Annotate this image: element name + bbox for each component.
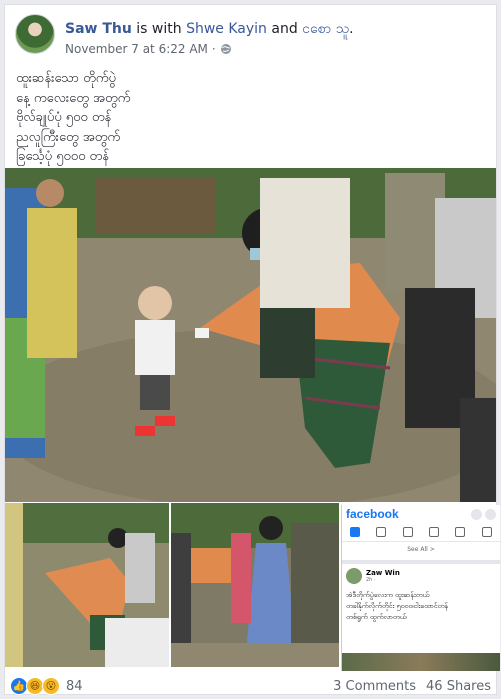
tagged-user-2[interactable]: ငစော သူ xyxy=(302,21,349,37)
globe-icon[interactable] xyxy=(220,43,232,55)
watch-icon xyxy=(402,527,413,537)
fb-topbar: facebook xyxy=(342,505,500,523)
post-card: Saw Thu is with Shwe Kayin and ငစော သူ. … xyxy=(4,4,500,695)
author-avatar[interactable] xyxy=(15,14,55,54)
search-icon xyxy=(471,508,482,520)
post-text-line: ထူးဆန်းသော တိုက်ပွဲ xyxy=(16,71,116,86)
menu-icon xyxy=(481,527,492,537)
tag-end: . xyxy=(349,21,354,37)
fb-embedded-post: Zaw Win 2h · အဲဒီတိုက်ပွဲလေးက ထူးဆန်းတယ်… xyxy=(342,564,500,627)
fb-top-icons xyxy=(471,508,496,520)
tag-and: and xyxy=(271,21,298,37)
shares-count[interactable]: 46 Shares xyxy=(426,679,491,694)
fb-embedded-line: တခါနိုက်လိုက်တိုင်း ၅၀၀၀၊ငါးထောင်တန် xyxy=(346,602,449,610)
fb-embedded-avatar xyxy=(346,568,362,584)
post-text-line: ဗိုလ်ချုပ်ပုံ ၅၀၀ တန် xyxy=(16,110,112,125)
photo-2[interactable] xyxy=(5,503,169,667)
timestamp-separator: · xyxy=(211,42,216,56)
tag-prefix: is with xyxy=(136,21,182,37)
post-text-line: ခြင်္သေ့ပုံ ၅၀၀၀ တန် xyxy=(16,149,109,164)
author-name[interactable]: Saw Thu xyxy=(65,21,132,37)
fb-embedded-author: Zaw Win 2h · xyxy=(346,568,496,584)
main-photo[interactable] xyxy=(5,168,496,502)
photo-3[interactable] xyxy=(171,503,339,667)
fb-embedded-line: တစ်ရွက် ထွက်လာတယ် xyxy=(346,613,407,621)
post-stats: 3 Comments 46 Shares xyxy=(333,679,491,694)
home-icon xyxy=(350,527,361,537)
messenger-icon xyxy=(485,508,496,520)
wow-icon: 😮 xyxy=(42,677,60,695)
fb-nav-bar xyxy=(342,523,500,542)
tagged-user-1[interactable]: Shwe Kayin xyxy=(186,21,267,37)
comments-count[interactable]: 3 Comments xyxy=(333,679,416,694)
reaction-count: 84 xyxy=(66,678,83,694)
facebook-logo: facebook xyxy=(346,507,399,521)
fb-embedded-photo-strip xyxy=(342,653,500,671)
fb-see-all: See All > xyxy=(342,542,500,564)
notifications-icon xyxy=(455,527,466,537)
post-timestamp[interactable]: November 7 at 6:22 AM xyxy=(65,42,208,56)
post-text-line: ညလူကြီးတွေ အတွက် xyxy=(16,129,121,145)
profile-icon xyxy=(429,527,440,537)
reactions-summary[interactable]: 👍 😆 😮 84 xyxy=(10,677,83,695)
post-header: Saw Thu is with Shwe Kayin and ငစော သူ. xyxy=(65,19,354,40)
fb-embedded-time: 2h · xyxy=(366,577,376,583)
fb-embedded-line: အဲဒီတိုက်ပွဲလေးက ထူးဆန်းတယ် xyxy=(346,591,430,599)
post-text: ထူးဆန်းသော တိုက်ပွဲ နေ့ ကလေးတွေ အတွက် ဗိ… xyxy=(16,69,486,167)
post-meta: November 7 at 6:22 AM · xyxy=(65,42,232,56)
embedded-facebook-screenshot[interactable]: facebook See All > Zaw Win 2h · အဲဒီတိုက… xyxy=(341,505,500,671)
post-text-line: နေ့ ကလေးတွေ အတွက် xyxy=(16,90,131,106)
fb-embedded-author-name: Zaw Win xyxy=(366,569,400,577)
friends-icon xyxy=(376,527,387,537)
fb-embedded-body: အဲဒီတိုက်ပွဲလေးက ထူးဆန်းတယ် တခါနိုက်လိုက… xyxy=(346,590,496,623)
